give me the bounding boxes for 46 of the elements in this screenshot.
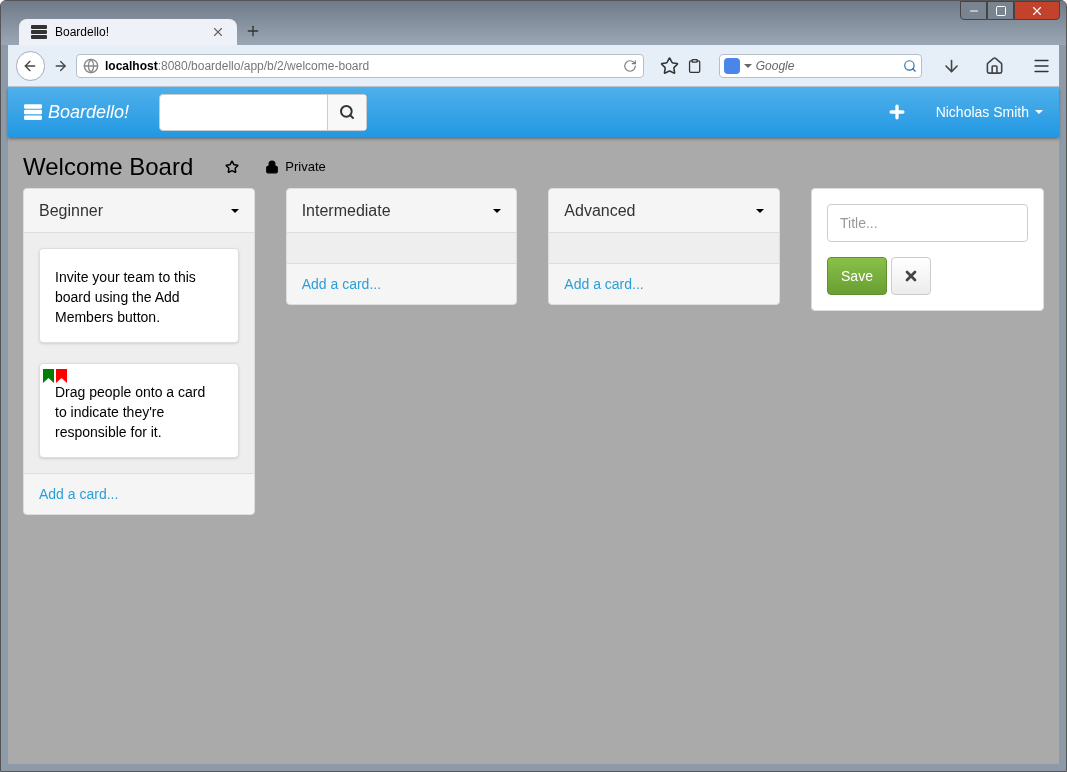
- card-text: Drag people onto a card to indicate they're responsible for it.: [55, 383, 207, 442]
- reload-icon[interactable]: [623, 58, 638, 73]
- address-bar[interactable]: localhost:8080/boardello/app/b/2/welcome-board: [76, 53, 645, 78]
- url-path: :8080/boardello/app/b/2/welcome-board: [157, 57, 370, 75]
- new-tab-icon[interactable]: [245, 23, 261, 39]
- visibility-label[interactable]: Private: [285, 157, 326, 177]
- clipboard-icon[interactable]: [687, 57, 703, 74]
- close-window-button[interactable]: [1014, 1, 1060, 20]
- maximize-icon: [994, 4, 1007, 17]
- list-title: Advanced: [564, 200, 636, 221]
- brand-name[interactable]: Boardello!: [48, 98, 130, 126]
- globe-icon: [83, 57, 99, 74]
- home-icon[interactable]: [984, 55, 1004, 76]
- add-card-link[interactable]: Add a card...: [564, 273, 644, 295]
- save-button[interactable]: Save: [827, 257, 887, 295]
- add-card-link[interactable]: Add a card...: [39, 483, 119, 505]
- cancel-button[interactable]: [890, 257, 931, 295]
- lock-icon: [265, 160, 280, 174]
- caret-icon: [743, 63, 752, 68]
- card-text: Invite your team to this board using the Add Members button.: [55, 268, 197, 327]
- maximize-button[interactable]: [987, 1, 1014, 20]
- caret-icon: [1035, 110, 1043, 114]
- url-host: localhost: [105, 57, 158, 75]
- board-title: Welcome Board: [23, 155, 194, 179]
- server-icon: [31, 24, 47, 40]
- star-icon[interactable]: [225, 160, 240, 174]
- browser-tab[interactable]: Boardello!: [19, 19, 237, 45]
- card[interactable]: Drag people onto a card to indicate they're responsible for it.: [39, 363, 239, 458]
- list-title: Beginner: [39, 200, 104, 221]
- card[interactable]: Invite your team to this board using the Add Members button.: [39, 248, 239, 343]
- title-input[interactable]: Title...: [827, 204, 1028, 242]
- minimize-button[interactable]: [960, 1, 987, 20]
- user-menu[interactable]: Nicholas Smith: [935, 101, 1043, 123]
- close-icon[interactable]: [211, 25, 225, 39]
- list-title: Intermediate: [301, 200, 391, 221]
- bookmark-star-icon[interactable]: [660, 55, 680, 76]
- tab-title: Boardello!: [55, 24, 111, 41]
- search-icon[interactable]: [339, 104, 356, 120]
- back-button[interactable]: [16, 50, 45, 81]
- caret-icon: [493, 208, 502, 213]
- server-icon: [24, 104, 42, 120]
- search-field[interactable]: Google: [718, 53, 922, 78]
- caret-icon: [230, 208, 239, 213]
- add-card-link[interactable]: Add a card...: [301, 273, 382, 295]
- search-input[interactable]: Google: [755, 56, 899, 75]
- caret-icon: [756, 208, 764, 213]
